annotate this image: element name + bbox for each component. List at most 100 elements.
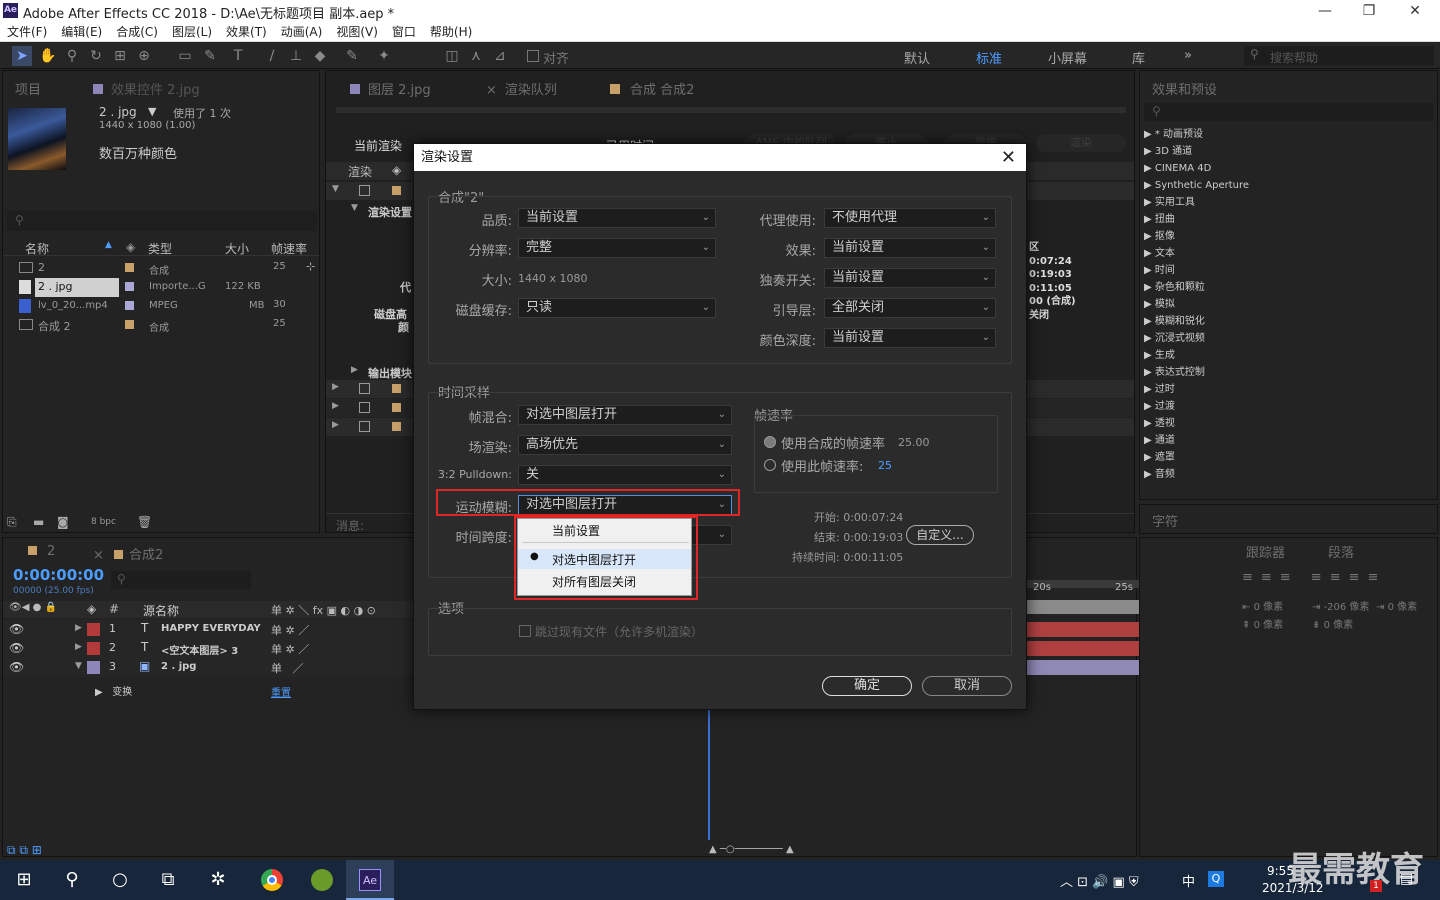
- expand-icon[interactable]: ▶: [351, 365, 358, 375]
- timeline-tab-2[interactable]: 2: [28, 544, 55, 559]
- app-pinwheel-icon[interactable]: ✲: [194, 860, 242, 900]
- space-after[interactable]: ⇟ 0 像素: [1312, 616, 1353, 631]
- effect-category[interactable]: ▶ CINEMA 4D: [1144, 160, 1249, 177]
- action-center-icon[interactable]: ▤: [1400, 871, 1413, 887]
- col-name[interactable]: 名称: [25, 240, 49, 257]
- skip-checkbox[interactable]: [519, 625, 531, 637]
- paragraph-tab[interactable]: 段落: [1328, 542, 1354, 561]
- expand-icon[interactable]: ▶: [75, 623, 82, 633]
- expand-icon[interactable]: ▶: [75, 642, 82, 652]
- dropdown-icon[interactable]: ▼: [148, 105, 156, 118]
- rotate-tool-icon[interactable]: ↻: [86, 46, 106, 66]
- effect-category[interactable]: ▶ 过渡: [1144, 398, 1249, 415]
- disk-cache-select[interactable]: 只读 ⌄: [518, 298, 716, 318]
- effect-category[interactable]: ▶ 沉浸式视频: [1144, 330, 1249, 347]
- menu-edit[interactable]: 编辑(E): [61, 22, 102, 42]
- align-buttons[interactable]: ≡≡≡ ≡≡≡≡: [1242, 570, 1386, 585]
- interpret-footage-icon[interactable]: ⎘: [7, 515, 17, 530]
- frame-blend-select[interactable]: 对选中图层打开 ⌄: [518, 405, 732, 425]
- project-row[interactable]: 2 合成 25 ⊹: [3, 259, 319, 278]
- project-search[interactable]: ⚲: [7, 211, 317, 231]
- indent-left[interactable]: ⇤ 0 像素: [1242, 598, 1283, 613]
- minimize-button[interactable]: —: [1302, 0, 1348, 22]
- timeline-footer-icons[interactable]: ⧉ ⧉ ⊞: [7, 843, 42, 858]
- expand-icon[interactable]: ▼: [351, 203, 358, 213]
- render-checkbox[interactable]: [359, 185, 370, 196]
- layer-row[interactable]: 👁 ▼ 3 ▣ 2 . jpg 单 ／: [3, 658, 413, 677]
- layer-name[interactable]: 2 . jpg: [161, 661, 196, 672]
- color-depth-select[interactable]: 当前设置 ⌄: [824, 328, 996, 348]
- close-button[interactable]: ✕: [1392, 0, 1438, 22]
- layer-row[interactable]: 👁 ▶ 2 T <空文本图层> 3 单 ✲ ／: [3, 639, 413, 658]
- visibility-eye-icon[interactable]: 👁: [9, 641, 24, 655]
- timeline-tab-comp2[interactable]: × 合成2: [93, 544, 163, 563]
- render-queue-tab[interactable]: × 渲染队列: [486, 79, 557, 98]
- menu-file[interactable]: 文件(F): [7, 22, 47, 42]
- layer-tab[interactable]: 图层 2.jpg: [350, 79, 431, 98]
- hand-tool-icon[interactable]: ✋: [38, 46, 58, 66]
- workspace-library[interactable]: 库: [1132, 48, 1145, 67]
- menu-help[interactable]: 帮助(H): [430, 22, 472, 42]
- reset-link[interactable]: 重置: [271, 684, 291, 699]
- effect-category[interactable]: ▶ 时间: [1144, 262, 1249, 279]
- axis-icon[interactable]: ⋏: [466, 46, 486, 66]
- effects-tab[interactable]: 效果和预设: [1152, 79, 1217, 98]
- trash-icon[interactable]: 🗑: [137, 515, 152, 529]
- layer-name[interactable]: <空文本图层> 3: [161, 642, 238, 657]
- visibility-eye-icon[interactable]: 👁: [9, 660, 24, 674]
- effect-category[interactable]: ▶ 文本: [1144, 245, 1249, 262]
- project-tab[interactable]: 项目: [15, 79, 41, 98]
- snap-icon[interactable]: ◫: [442, 46, 462, 66]
- more-workspaces[interactable]: »: [1184, 48, 1192, 63]
- render-button[interactable]: 渲染: [1036, 134, 1126, 152]
- chrome-icon[interactable]: [248, 860, 296, 900]
- space-before[interactable]: ⇞ 0 像素: [1242, 616, 1283, 631]
- cancel-button[interactable]: 取消: [922, 676, 1012, 696]
- app-green-icon[interactable]: [298, 860, 346, 900]
- bpc-label[interactable]: 8 bpc: [91, 517, 116, 527]
- pan-behind-tool-icon[interactable]: ⊕: [134, 46, 154, 66]
- effect-controls-tab[interactable]: 效果控件 2.jpg: [93, 79, 200, 98]
- tray-icons[interactable]: ︿ ⊡ 🔊 ▣ ⛨: [1060, 871, 1139, 890]
- flowchart-icon[interactable]: ⊹: [306, 260, 315, 273]
- guide-layers-select[interactable]: 全部关闭 ⌄: [824, 298, 996, 318]
- puppet-tool-icon[interactable]: ✦: [374, 46, 394, 66]
- col-size[interactable]: 大小: [225, 240, 249, 257]
- dialog-close-icon[interactable]: ✕: [1001, 146, 1016, 169]
- selection-tool-icon[interactable]: ➤: [12, 46, 32, 66]
- playhead-line[interactable]: [708, 710, 710, 840]
- radio-this-rate[interactable]: [764, 459, 776, 471]
- type-tool-icon[interactable]: T: [228, 46, 248, 66]
- new-comp-icon[interactable]: ◙: [57, 515, 69, 529]
- proxy-select[interactable]: 不使用代理 ⌄: [824, 208, 996, 228]
- pulldown-select[interactable]: 关 ⌄: [518, 465, 732, 485]
- custom-button[interactable]: 自定义...: [906, 525, 974, 545]
- project-row[interactable]: 2 . jpg Importe...G 122 KB: [3, 278, 319, 297]
- effect-category[interactable]: ▶ * 动画预设: [1144, 126, 1249, 143]
- effect-category[interactable]: ▶ 模糊和锐化: [1144, 313, 1249, 330]
- menu-animation[interactable]: 动画(A): [281, 22, 323, 42]
- effect-category[interactable]: ▶ 3D 通道: [1144, 143, 1249, 160]
- effects-select[interactable]: 当前设置 ⌄: [824, 238, 996, 258]
- transform-group[interactable]: ▶ 变换: [95, 683, 132, 698]
- effect-category[interactable]: ▶ 遮罩: [1144, 449, 1249, 466]
- expand-icon[interactable]: ▼: [332, 184, 339, 194]
- effect-category[interactable]: ▶ 抠像: [1144, 228, 1249, 245]
- effect-category[interactable]: ▶ 表达式控制: [1144, 364, 1249, 381]
- project-row[interactable]: 合成 2 合成 25: [3, 316, 319, 335]
- layer-name[interactable]: HAPPY EVERYDAY: [161, 623, 261, 634]
- solo-select[interactable]: 当前设置 ⌄: [824, 268, 996, 288]
- maximize-button[interactable]: ❐: [1346, 0, 1392, 22]
- menu-layer[interactable]: 图层(L): [172, 22, 212, 42]
- indent-first[interactable]: ⇥ -206 像素: [1312, 598, 1369, 613]
- eraser-tool-icon[interactable]: ◆: [310, 46, 330, 66]
- view-axis-icon[interactable]: ⊿: [490, 46, 510, 66]
- ok-button[interactable]: 确定: [822, 676, 912, 696]
- workspace-small-screen[interactable]: 小屏幕: [1048, 48, 1087, 67]
- brush-tool-icon[interactable]: ∕: [262, 46, 282, 66]
- tracker-tab[interactable]: 跟踪器: [1246, 542, 1285, 561]
- effect-category[interactable]: ▶ Synthetic Aperture: [1144, 177, 1249, 194]
- workspace-default[interactable]: 默认: [904, 48, 930, 67]
- help-search[interactable]: ⚲ 搜索帮助: [1244, 46, 1434, 66]
- radio-comp-rate[interactable]: [764, 436, 776, 448]
